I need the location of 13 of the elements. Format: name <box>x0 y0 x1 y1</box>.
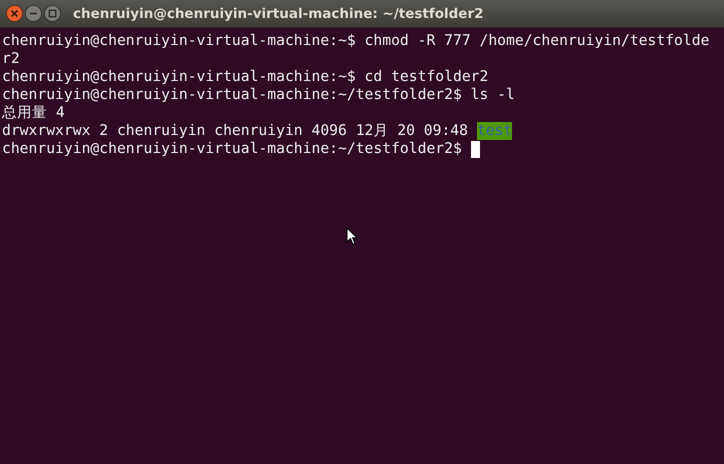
terminal-text: chenruiyin@chenruiyin-virtual-machine:~$ chmod -R 777 /home/chenruiyin/testfolde <box>2 32 710 50</box>
window-title: chenruiyin@chenruiyin-virtual-machine: ~/testfolder2 <box>73 6 484 22</box>
maximize-icon[interactable] <box>44 5 61 22</box>
terminal-text: chenruiyin@chenruiyin-virtual-machine:~$ cd testfolder2 <box>2 68 488 86</box>
terminal-text: chenruiyin@chenruiyin-virtual-machine:~/testfolder2$ <box>2 140 463 158</box>
directory-name: test <box>476 122 512 140</box>
terminal-text: chenruiyin@chenruiyin-virtual-machine:~/testfolder2$ ls -l <box>2 86 515 104</box>
minimize-icon[interactable] <box>25 5 42 22</box>
terminal-text: drwxrwxrwx 2 chenruiyin chenruiyin 4096 12月 20 09:48 <box>2 122 469 140</box>
terminal-text: r2 <box>2 50 20 68</box>
close-icon[interactable] <box>6 5 23 22</box>
mouse-pointer-icon <box>346 227 358 246</box>
terminal-text: 总用量 4 <box>2 104 65 122</box>
